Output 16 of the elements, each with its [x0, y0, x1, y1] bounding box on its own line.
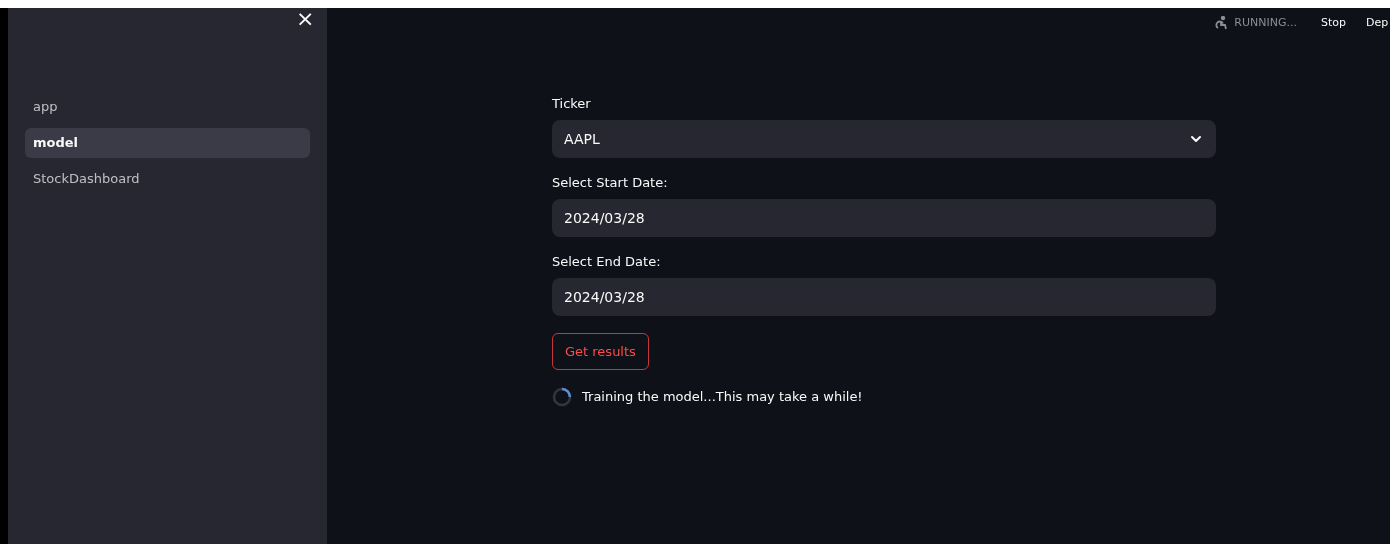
close-button[interactable]: ×: [296, 8, 315, 30]
deploy-button[interactable]: Dep: [1366, 14, 1390, 32]
field-label: Select End Date:: [552, 254, 662, 270]
field-label: Select Start Date:: [552, 175, 669, 191]
sidebar-item[interactable]: app: [25, 92, 310, 122]
get-results-button[interactable]: Get results: [552, 333, 649, 370]
ticker-select[interactable]: AAPL: [552, 120, 1216, 158]
spinner-icon: [552, 387, 572, 407]
running-status: RUNNING...: [1234, 14, 1297, 31]
date-field[interactable]: 2024/03/28: [552, 199, 1216, 237]
sidebar-item[interactable]: model: [25, 128, 310, 158]
field-label: Ticker: [552, 96, 592, 112]
date-field[interactable]: 2024/03/28: [552, 278, 1216, 316]
stop-button[interactable]: Stop: [1321, 14, 1346, 32]
sidebar-item[interactable]: StockDashboard: [25, 164, 310, 194]
spinner-text: Training the model...This may take a while!: [582, 388, 863, 407]
